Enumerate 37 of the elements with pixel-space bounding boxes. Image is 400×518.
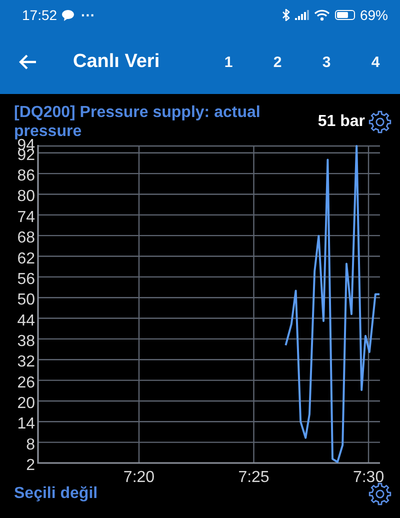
parameter-title: [DQ200] Pressure supply: actual pressure	[14, 103, 262, 140]
settings-icon[interactable]	[368, 482, 392, 506]
page-tab[interactable]: 4	[351, 46, 400, 78]
battery-icon	[334, 10, 355, 20]
page-tab[interactable]: 1	[204, 46, 253, 78]
y-tick-label: 44	[17, 312, 35, 330]
battery-percent: 69%	[360, 7, 388, 23]
more-notifications: ···	[81, 7, 96, 23]
y-tick-label: 74	[17, 208, 35, 226]
y-tick-label: 20	[17, 394, 35, 412]
page-tab[interactable]: 2	[253, 46, 302, 78]
y-tick-label: 2	[26, 457, 35, 474]
status-time: 17:52	[22, 7, 58, 23]
x-tick-label: 7:25	[238, 469, 270, 486]
screen-title: Canlı Veri	[73, 51, 161, 73]
y-tick-label: 14	[17, 416, 35, 433]
bluetooth-icon	[282, 9, 290, 21]
parameter-value: 51 bar	[318, 113, 365, 131]
chat-bubble-icon	[62, 10, 74, 20]
y-tick-label: 38	[17, 332, 35, 350]
y-tick-label: 80	[17, 188, 35, 206]
y-tick-label: 56	[17, 270, 35, 288]
page-tab[interactable]: 3	[302, 46, 351, 78]
y-tick-label: 32	[17, 354, 35, 371]
x-tick-label: 7:20	[123, 469, 155, 486]
y-tick-label: 62	[17, 250, 35, 268]
y-tick-label: 26	[17, 374, 35, 392]
selection-status: Seçili değil	[14, 485, 98, 503]
settings-icon[interactable]	[368, 110, 392, 134]
y-tick-label: 86	[17, 168, 35, 185]
wifi-icon	[314, 9, 330, 21]
x-tick-label: 7:30	[352, 469, 384, 486]
back-arrow-icon[interactable]	[19, 54, 37, 70]
y-tick-label: 50	[17, 292, 35, 309]
signal-icon	[294, 10, 309, 20]
y-tick-label: 68	[17, 230, 35, 247]
y-tick-label: 8	[26, 436, 35, 454]
